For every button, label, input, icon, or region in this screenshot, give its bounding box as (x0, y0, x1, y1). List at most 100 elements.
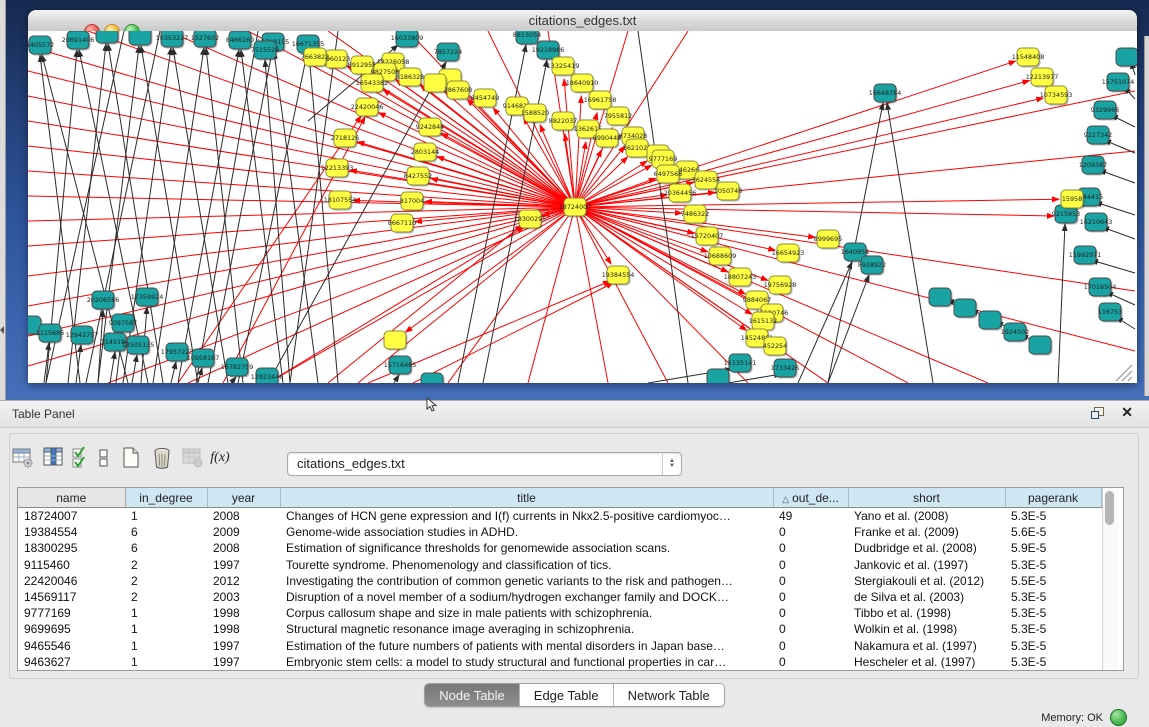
graph-node-yellow[interactable]: 1050748 (714, 182, 742, 202)
table-cell[interactable]: de Silva et al. (2003) (848, 589, 1005, 605)
table-row[interactable]: 1938455462009Genome-wide association stu… (18, 524, 1101, 540)
table-cell[interactable]: Nakamura et al. (1997) (848, 638, 1005, 654)
graph-node-yellow[interactable]: 18107554 (324, 191, 357, 211)
graph-node-teal[interactable] (1116, 48, 1137, 68)
graph-node-teal[interactable]: 9097587 (109, 314, 137, 334)
table-cell[interactable]: 0 (773, 557, 848, 573)
column-header-pagerank[interactable]: pagerank (1005, 488, 1101, 508)
graph-node-teal[interactable]: 17359924 (131, 288, 164, 308)
graph-node-teal[interactable] (421, 373, 445, 383)
table-cell[interactable]: 2 (125, 557, 207, 573)
collapse-arrow-icon[interactable] (0, 326, 4, 334)
table-cell[interactable]: 5.3E-5 (1005, 654, 1101, 670)
graph-node-teal[interactable] (96, 31, 120, 45)
graph-node-yellow[interactable]: 2803144 (411, 143, 439, 163)
table-cell[interactable]: 5.3E-5 (1005, 557, 1101, 573)
table-cell[interactable]: 5.6E-5 (1005, 524, 1101, 540)
graph-node-teal[interactable]: 16033809 (391, 31, 424, 49)
table-cell[interactable]: Disruption of a novel member of a sodium… (280, 589, 773, 605)
table-cell[interactable]: 14569117 (18, 589, 125, 605)
canvas-resize-grip[interactable] (1116, 365, 1132, 381)
table-cell[interactable]: 5.3E-5 (1005, 605, 1101, 621)
left-panel-divider[interactable] (0, 0, 6, 400)
graph-node-teal[interactable]: 16648784 (869, 84, 902, 104)
graph-node-yellow[interactable]: 452254 (763, 337, 788, 357)
graph-node-yellow[interactable]: 10734593 (1040, 86, 1073, 106)
table-cell[interactable]: 0 (773, 524, 848, 540)
graph-node-yellow[interactable]: 8186328 (396, 68, 424, 88)
table-cell[interactable]: 5.3E-5 (1005, 638, 1101, 654)
graph-node-teal[interactable]: 1115686 (36, 324, 64, 344)
graph-node-yellow[interactable]: 6497568 (654, 165, 682, 185)
table-mode-button[interactable] (10, 445, 36, 471)
table-cell[interactable]: Corpus callosum shape and size in male p… (280, 605, 773, 621)
table-cell[interactable]: 1997 (207, 654, 280, 670)
table-cell[interactable]: 6 (125, 540, 207, 556)
table-cell[interactable]: Embryonic stem cells: a model to study s… (280, 654, 773, 670)
float-panel-icon[interactable] (1091, 407, 1105, 419)
graph-node-teal[interactable]: 8938922 (858, 256, 886, 276)
table-cell[interactable]: 2009 (207, 524, 280, 540)
table-cell[interactable]: 0 (773, 654, 848, 670)
table-cell[interactable]: 1 (125, 605, 207, 621)
graph-node-teal[interactable]: 7515526 (251, 41, 279, 61)
table-cell[interactable]: 5.3E-5 (1005, 589, 1101, 605)
graph-node-teal[interactable]: 16210643 (1080, 213, 1113, 233)
graph-node-teal[interactable] (979, 311, 1003, 331)
table-cell[interactable]: 49 (773, 508, 848, 525)
citation-network-graph[interactable]: 2405572206914061035322715276028466160107… (28, 31, 1137, 383)
table-cell[interactable]: 0 (773, 589, 848, 605)
graph-node-yellow[interactable]: 8999695 (814, 230, 842, 250)
graph-node-teal[interactable]: 1527602 (191, 31, 219, 49)
graph-node-teal[interactable]: 15716485 (384, 356, 417, 376)
table-row[interactable]: 1830029562008Estimation of significance … (18, 540, 1101, 556)
table-row[interactable]: 946362711997Embryonic stem cells: a mode… (18, 654, 1101, 670)
table-cell[interactable]: Genome-wide association studies in ADHD. (280, 524, 773, 540)
table-cell[interactable]: 2008 (207, 540, 280, 556)
table-row[interactable]: 946554611997Estimation of the future num… (18, 638, 1101, 654)
memory-ok-led-icon[interactable] (1110, 709, 1127, 726)
table-cell[interactable]: 9699695 (18, 621, 125, 637)
right-panel-divider[interactable] (1144, 36, 1149, 396)
graph-node-yellow[interactable]: 7486322 (681, 205, 709, 225)
graph-node-teal[interactable]: 12942757 (66, 326, 99, 346)
column-header-short[interactable]: short (848, 488, 1005, 508)
table-cell[interactable]: 18724007 (18, 508, 125, 525)
table-cell[interactable]: Jankovic et al. (1997) (848, 557, 1005, 573)
table-cell[interactable]: 5.3E-5 (1005, 621, 1101, 637)
graph-node-teal[interactable] (954, 299, 978, 319)
table-cell[interactable]: 1997 (207, 557, 280, 573)
graph-node-yellow[interactable]: 11548408 (1012, 48, 1045, 68)
table-cell[interactable]: Estimation of the future numbers of pati… (280, 638, 773, 654)
table-cell[interactable]: 2 (125, 573, 207, 589)
graph-node-yellow[interactable]: 20364456 (664, 184, 697, 204)
graph-node-yellow[interactable]: 817004 (400, 192, 425, 212)
graph-node-teal[interactable]: 8813054 (513, 31, 541, 46)
table-select-dropdown[interactable]: citations_edges.txt ▲▼ (287, 452, 682, 476)
table-cell[interactable]: 5.5E-5 (1005, 573, 1101, 589)
table-cell[interactable]: 1 (125, 638, 207, 654)
table-cell[interactable]: Investigating the contribution of common… (280, 573, 773, 589)
graph-node-teal[interactable] (707, 369, 731, 383)
table-cell[interactable]: 1997 (207, 638, 280, 654)
graph-node-teal[interactable]: 116753 (1098, 303, 1123, 323)
table-cell[interactable]: Tourette syndrome. Phenomenology and cla… (280, 557, 773, 573)
table-cell[interactable]: 5.9E-5 (1005, 540, 1101, 556)
import-table-button[interactable] (180, 445, 206, 471)
dropdown-stepper-icon[interactable]: ▲▼ (662, 453, 681, 475)
table-row[interactable]: 2242004622012Investigating the contribut… (18, 573, 1101, 589)
graph-node-yellow[interactable]: 12213393 (321, 159, 354, 179)
graph-node-teal[interactable]: 1733426 (771, 359, 799, 379)
table-cell[interactable]: 0 (773, 573, 848, 589)
graph-node-yellow[interactable]: 2718126 (331, 129, 359, 149)
tab-edge-table[interactable]: Edge Table (520, 684, 614, 706)
column-header-name[interactable]: name (18, 488, 125, 508)
graph-node-yellow[interactable]: 1588520 (521, 104, 549, 124)
network-canvas[interactable]: 2405572206914061035322715276028466160107… (28, 31, 1137, 383)
table-cell[interactable]: Estimation of significance thresholds fo… (280, 540, 773, 556)
table-cell[interactable]: 19384554 (18, 524, 125, 540)
table-row[interactable]: 911546021997Tourette syndrome. Phenomeno… (18, 557, 1101, 573)
table-cell[interactable]: 2003 (207, 589, 280, 605)
graph-node-teal[interactable]: 15992971 (1069, 246, 1102, 266)
table-cell[interactable]: Changes of HCN gene expression and I(f) … (280, 508, 773, 525)
